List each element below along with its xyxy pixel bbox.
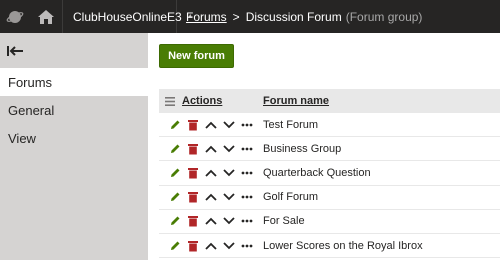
chevron-up-icon[interactable] xyxy=(204,190,218,204)
chevron-up-icon[interactable] xyxy=(204,239,218,253)
ellipsis-icon[interactable] xyxy=(240,142,254,156)
trash-icon[interactable] xyxy=(186,166,200,180)
chevron-down-icon[interactable] xyxy=(222,239,236,253)
sidebar-item-label: View xyxy=(8,130,36,146)
row-actions xyxy=(159,190,263,204)
home-icon xyxy=(38,9,54,24)
chevron-down-icon[interactable] xyxy=(222,190,236,204)
pencil-icon[interactable] xyxy=(168,214,182,228)
breadcrumb-current-type: (Forum group) xyxy=(345,9,423,24)
main-content: New forum Actions Forum name Test Forum … xyxy=(148,33,500,260)
sidebar: Forums General View xyxy=(0,33,148,260)
chevron-down-icon[interactable] xyxy=(222,166,236,180)
chevron-up-icon[interactable] xyxy=(204,214,218,228)
chevron-down-icon[interactable] xyxy=(222,142,236,156)
table-row: Test Forum xyxy=(159,113,500,138)
chevron-up-icon[interactable] xyxy=(204,142,218,156)
chevron-up-icon[interactable] xyxy=(204,166,218,180)
row-actions xyxy=(159,239,263,253)
back-button[interactable] xyxy=(0,33,148,68)
table-row: Lower Scores on the Royal Ibrox xyxy=(159,234,500,259)
site-name: ClubHouseOnlineE3 xyxy=(73,9,182,24)
table-row: Quarterback Question xyxy=(159,161,500,186)
chevron-down-icon[interactable] xyxy=(222,214,236,228)
forum-name-cell: Test Forum xyxy=(263,118,319,131)
forum-name-cell: Quarterback Question xyxy=(263,166,371,179)
pencil-icon[interactable] xyxy=(168,239,182,253)
sidebar-item-label: General xyxy=(8,102,55,118)
ellipsis-icon[interactable] xyxy=(240,166,254,180)
row-actions xyxy=(159,166,263,180)
breadcrumb-current: Discussion Forum xyxy=(245,9,342,24)
table-row: Business Group xyxy=(159,137,500,162)
forum-name-cell: Business Group xyxy=(263,142,342,155)
new-forum-button[interactable]: New forum xyxy=(159,44,234,68)
chevron-up-icon[interactable] xyxy=(204,118,218,132)
pencil-icon[interactable] xyxy=(168,166,182,180)
row-actions xyxy=(159,142,263,156)
forum-name-cell: For Sale xyxy=(263,215,305,228)
site-selector[interactable]: ClubHouseOnlineE3 ▲ xyxy=(63,0,194,33)
chevron-down-icon[interactable] xyxy=(222,118,236,132)
trash-icon[interactable] xyxy=(186,239,200,253)
breadcrumb: Forums > Discussion Forum (Forum group) xyxy=(186,0,422,33)
back-arrow-icon xyxy=(7,45,23,56)
trash-icon[interactable] xyxy=(186,214,200,228)
forum-name-cell: Lower Scores on the Royal Ibrox xyxy=(263,239,423,252)
ellipsis-icon[interactable] xyxy=(240,118,254,132)
hamburger-icon[interactable] xyxy=(159,96,181,106)
sidebar-item-view[interactable]: View xyxy=(0,124,148,152)
planet-logo-icon xyxy=(6,10,24,23)
sidebar-item-general[interactable]: General xyxy=(0,96,148,124)
home-button[interactable] xyxy=(30,0,63,33)
forum-name-cell: Golf Forum xyxy=(263,191,319,204)
pencil-icon[interactable] xyxy=(168,142,182,156)
ellipsis-icon[interactable] xyxy=(240,190,254,204)
app-logo[interactable] xyxy=(0,0,30,33)
table-row: Golf Forum xyxy=(159,186,500,210)
row-actions xyxy=(159,118,263,132)
trash-icon[interactable] xyxy=(186,118,200,132)
column-header-forum-name[interactable]: Forum name xyxy=(263,95,329,107)
column-header-actions[interactable]: Actions xyxy=(181,95,263,107)
sidebar-item-label: Forums xyxy=(8,74,53,90)
trash-icon[interactable] xyxy=(186,142,200,156)
trash-icon[interactable] xyxy=(186,190,200,204)
breadcrumb-separator: > xyxy=(232,9,240,24)
pencil-icon[interactable] xyxy=(168,190,182,204)
table-row: For Sale xyxy=(159,210,500,234)
ellipsis-icon[interactable] xyxy=(240,214,254,228)
sidebar-item-forums[interactable]: Forums xyxy=(0,68,148,96)
row-actions xyxy=(159,214,263,228)
ellipsis-icon[interactable] xyxy=(240,239,254,253)
breadcrumb-forums-link[interactable]: Forums xyxy=(186,10,227,24)
pencil-icon[interactable] xyxy=(168,118,182,132)
top-bar: ClubHouseOnlineE3 ▲ Forums > Discussion … xyxy=(0,0,500,33)
forum-grid: Actions Forum name Test Forum Business G… xyxy=(159,89,500,259)
grid-header: Actions Forum name xyxy=(159,89,500,113)
